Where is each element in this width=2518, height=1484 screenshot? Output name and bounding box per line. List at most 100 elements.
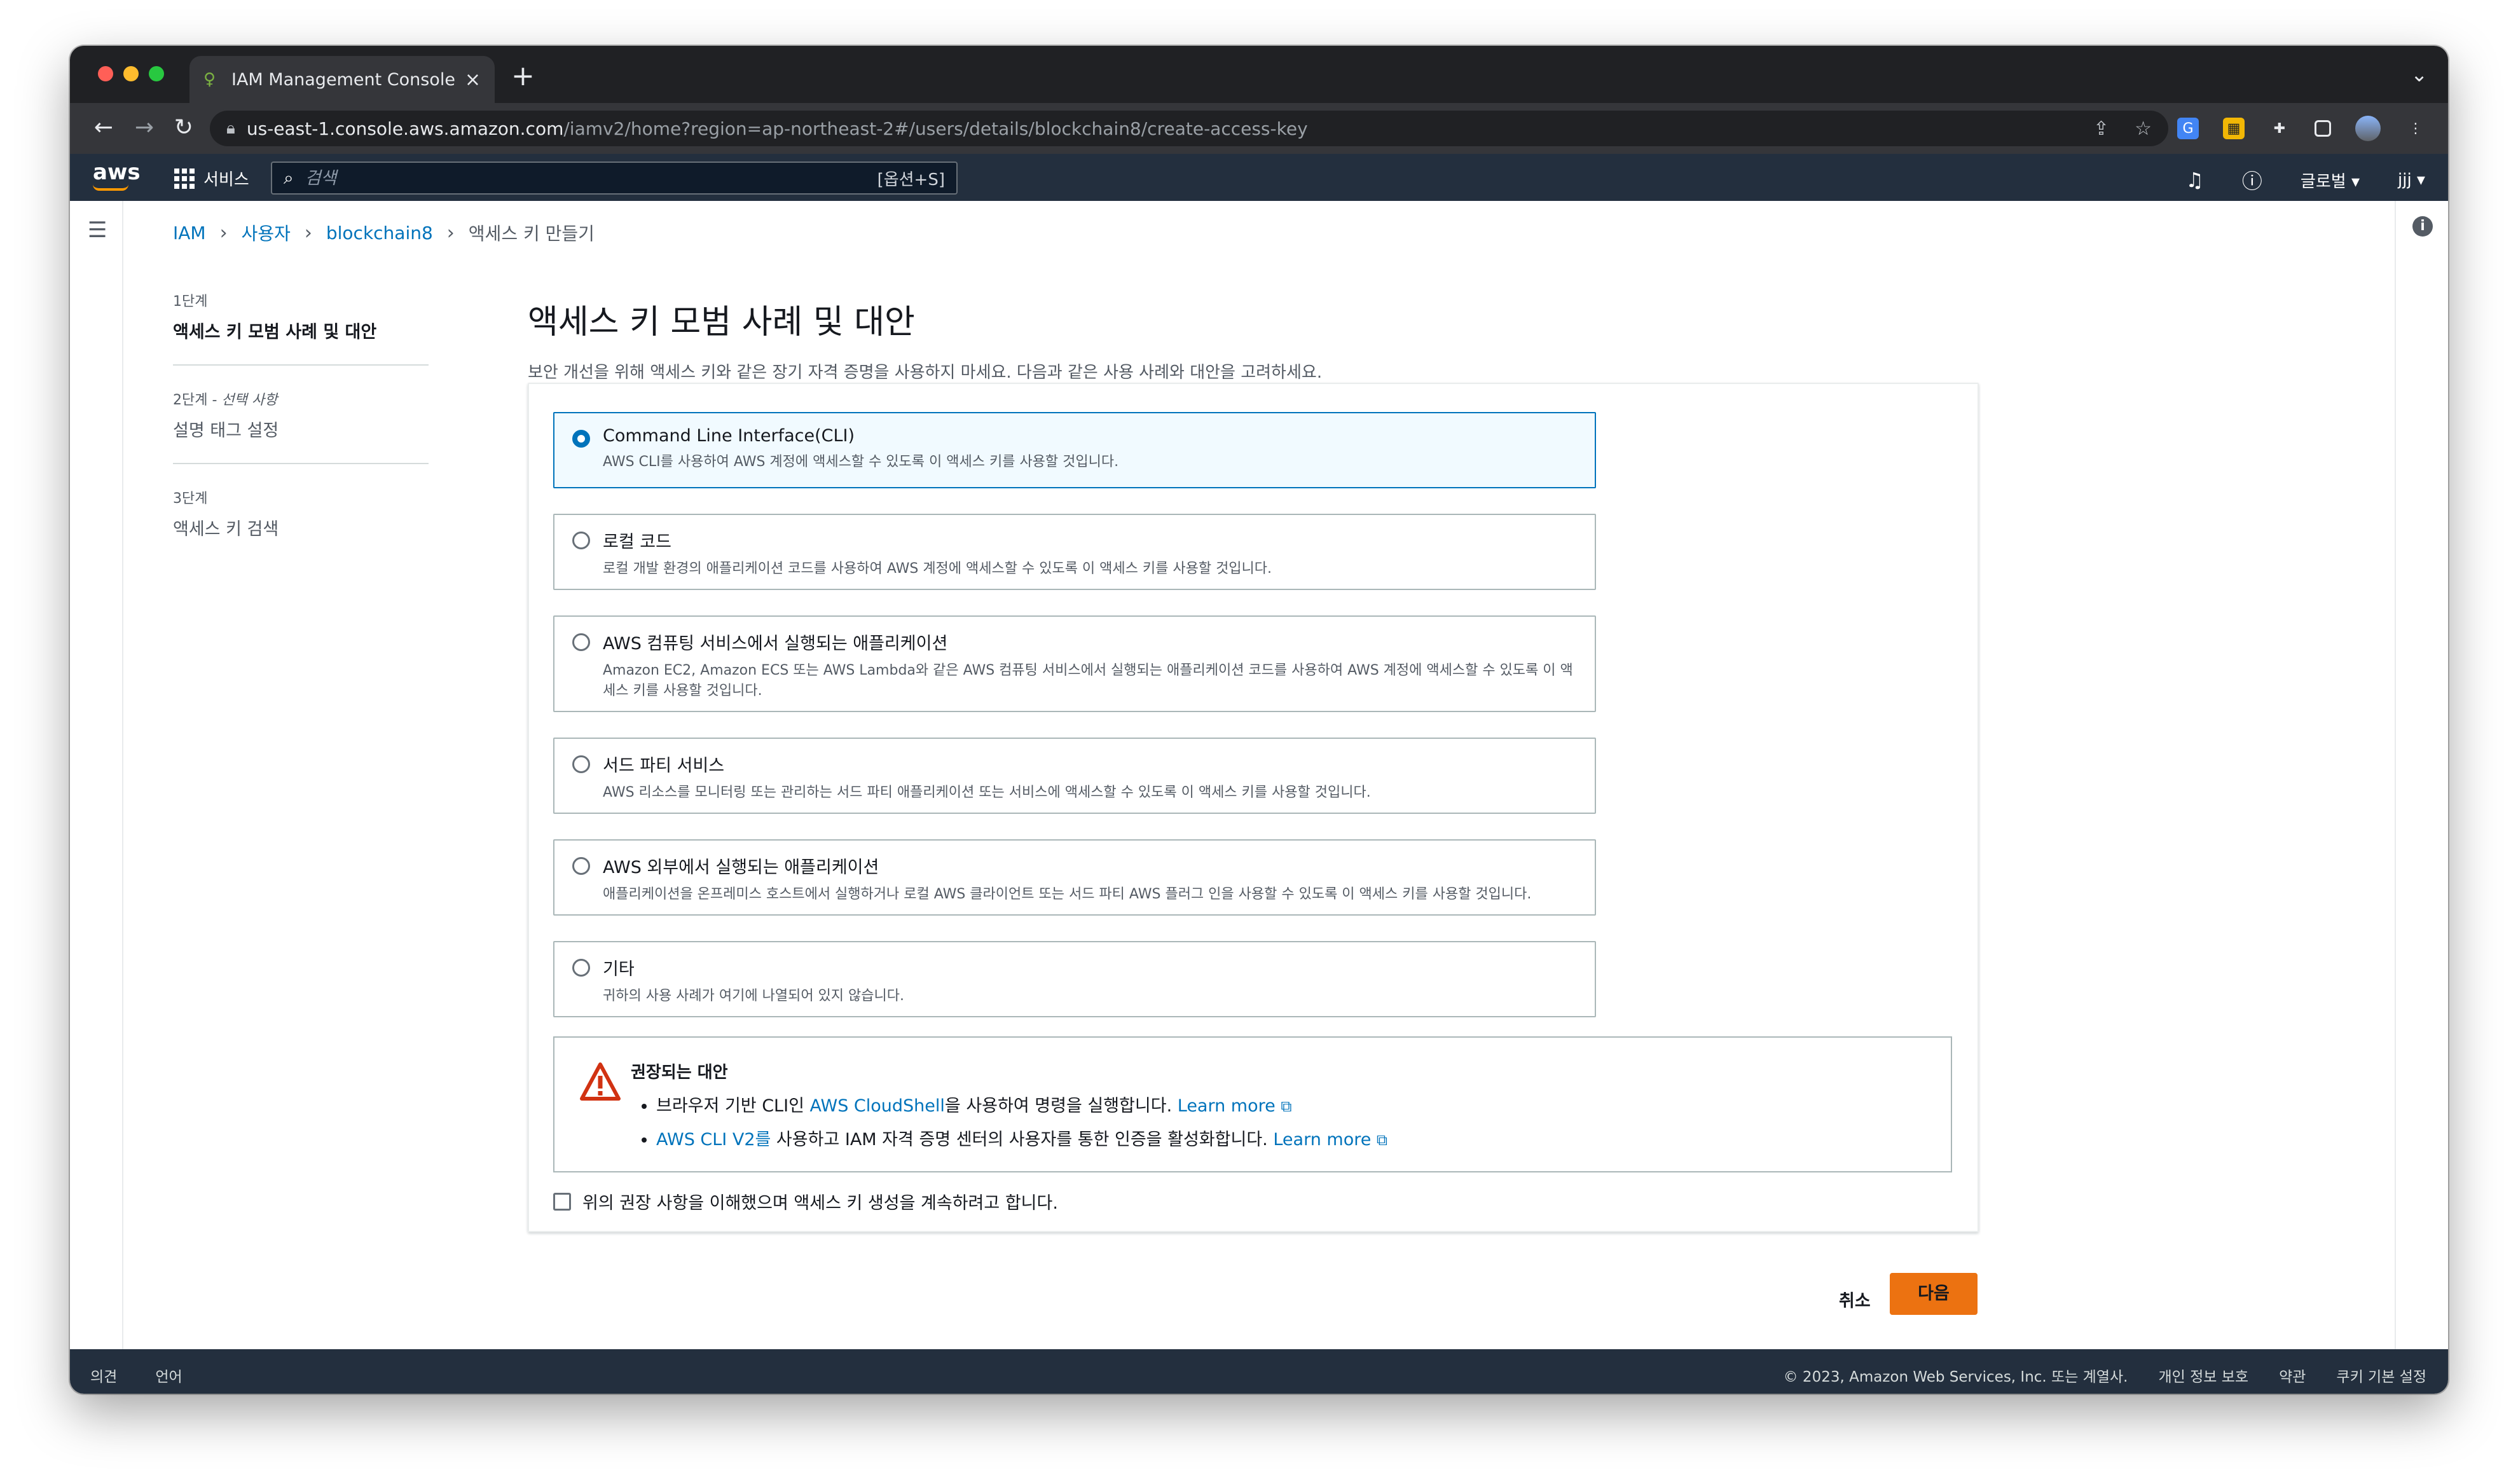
close-tab-icon[interactable]: × [465, 69, 481, 91]
aws-logo[interactable]: aws [93, 161, 141, 183]
profile-avatar[interactable] [2355, 116, 2381, 141]
account-menu[interactable]: jjj ▾ [2398, 170, 2425, 189]
wizard-steps: 1단계 액세스 키 모범 사례 및 대안 2단계 - 선택 사항 설명 태그 설… [173, 290, 429, 584]
option-third-party[interactable]: 서드 파티 서비스 AWS 리소스를 모니터링 또는 관리하는 서드 파티 애플… [553, 738, 1596, 814]
feedback-link[interactable]: 의견 [90, 1364, 117, 1386]
page-description: 보안 개선을 위해 액세스 키와 같은 장기 자격 증명을 사용하지 마세요. … [528, 363, 1323, 382]
option-outside-aws[interactable]: AWS 외부에서 실행되는 애플리케이션 애플리케이션을 온프레미스 호스트에서… [553, 839, 1596, 916]
acknowledge-checkbox-row[interactable]: 위의 권장 사항을 이해했으며 액세스 키 생성을 계속하려고 합니다. [553, 1189, 1058, 1214]
cloudshell-link[interactable]: AWS CloudShell [810, 1096, 945, 1116]
option-title: Command Line Interface(CLI) [603, 426, 855, 446]
aws-cli-v2-link[interactable]: AWS CLI V2를 [656, 1130, 771, 1150]
wizard-step-1: 1단계 액세스 키 모범 사례 및 대안 [173, 290, 429, 366]
option-local-code[interactable]: 로컬 코드 로컬 개발 환경의 애플리케이션 코드를 사용하여 AWS 계정에 … [553, 514, 1596, 590]
browser-tab[interactable]: ♀ IAM Management Console × [189, 56, 495, 103]
alternatives-list: 브라우저 기반 CLI인 AWS CloudShell을 사용하여 명령을 실행… [631, 1092, 1925, 1150]
step-title: 액세스 키 모범 사례 및 대안 [173, 322, 377, 342]
browser-toolbar: ← → ↻ 🔒︎ us-east-1.console.aws.amazon.co… [70, 103, 2448, 154]
search-shortcut-hint: [옵션+S] [877, 170, 945, 189]
url-path: /iamv2/home?region=ap-northeast-2#/users… [563, 118, 1308, 139]
language-link[interactable]: 언어 [155, 1364, 182, 1386]
radio-button[interactable] [572, 857, 590, 875]
acknowledge-label: 위의 권장 사항을 이해했으며 액세스 키 생성을 계속하려고 합니다. [582, 1193, 1058, 1213]
side-navigation-rail: ☰ [70, 201, 123, 1349]
tab-title: IAM Management Console [231, 69, 455, 90]
external-link-icon: ⧉ [1376, 1131, 1388, 1149]
chevron-right-icon: › [304, 221, 312, 244]
console-footer: 의견 언어 © 2023, Amazon Web Services, Inc. … [70, 1349, 2448, 1394]
breadcrumb-user-blockchain8[interactable]: blockchain8 [326, 223, 433, 244]
translate-extension-icon[interactable]: G [2177, 118, 2199, 139]
option-cli[interactable]: Command Line Interface(CLI) AWS CLI를 사용하… [553, 412, 1596, 488]
extension-icon[interactable]: ▦ [2223, 118, 2245, 139]
radio-button[interactable] [572, 532, 590, 549]
warning-icon [580, 1062, 621, 1101]
search-icon: ⌕ [284, 167, 294, 188]
page-title: 액세스 키 모범 사례 및 대안 [528, 303, 915, 341]
services-grid-icon [174, 168, 195, 189]
radio-button[interactable] [572, 959, 590, 977]
forward-arrow-icon[interactable]: → [130, 113, 159, 142]
breadcrumb-users[interactable]: 사용자 [242, 220, 291, 245]
option-title: AWS 외부에서 실행되는 애플리케이션 [603, 858, 879, 877]
browser-window: ♀ IAM Management Console × + ⌄ ← → ↻ 🔒︎ … [70, 46, 2448, 1394]
step-number: 3단계 [173, 491, 208, 507]
back-arrow-icon[interactable]: ← [89, 113, 118, 142]
learn-more-link[interactable]: Learn more [1178, 1096, 1276, 1116]
services-menu-button[interactable]: 서비스 [174, 167, 249, 190]
step-title: 액세스 키 검색 [173, 519, 279, 539]
acknowledge-checkbox[interactable] [553, 1192, 571, 1211]
option-description: 애플리케이션을 온프레미스 호스트에서 실행하거나 로컬 AWS 클라이언트 또… [603, 886, 1532, 902]
info-icon[interactable]: i [2412, 216, 2433, 237]
breadcrumb: IAM › 사용자 › blockchain8 › 액세스 키 만들기 [173, 220, 595, 245]
breadcrumb-iam[interactable]: IAM [173, 223, 206, 244]
extensions-puzzle-icon[interactable]: ✚ [2269, 118, 2290, 139]
radio-button-selected[interactable] [572, 430, 590, 448]
console-content: ☰ i IAM › 사용자 › blockchain8 › 액세스 키 만들기 … [70, 201, 2448, 1349]
option-description: AWS 리소스를 모니터링 또는 관리하는 서드 파티 애플리케이션 또는 서비… [603, 785, 1371, 800]
services-label: 서비스 [203, 170, 249, 189]
learn-more-link[interactable]: Learn more [1273, 1130, 1371, 1150]
region-selector[interactable]: 글로벌 ▾ [2301, 168, 2360, 192]
tab-search-chevron-icon[interactable]: ⌄ [2411, 62, 2428, 86]
wizard-step-3: 3단계 액세스 키 검색 [173, 487, 429, 561]
list-item: 브라우저 기반 CLI인 AWS CloudShell을 사용하여 명령을 실행… [656, 1092, 1925, 1116]
radio-button[interactable] [572, 755, 590, 773]
option-title: 로컬 코드 [603, 532, 671, 552]
side-panel-icon[interactable] [2315, 120, 2331, 137]
cookie-preferences-link[interactable]: 쿠키 기본 설정 [2336, 1364, 2426, 1386]
bookmark-star-icon[interactable]: ☆ [2135, 118, 2152, 140]
help-panel-rail: i [2395, 201, 2448, 1349]
browser-tab-bar: ♀ IAM Management Console × + ⌄ [70, 46, 2448, 103]
hamburger-menu-icon[interactable]: ☰ [88, 217, 107, 243]
new-tab-icon[interactable]: + [511, 62, 535, 90]
radio-button[interactable] [572, 633, 590, 651]
cancel-button[interactable]: 취소 [1826, 1278, 1883, 1321]
alert-title: 권장되는 대안 [631, 1063, 728, 1082]
next-button[interactable]: 다음 [1890, 1273, 1978, 1315]
reload-icon[interactable]: ↻ [169, 113, 198, 142]
option-other[interactable]: 기타 귀하의 사용 사례가 여기에 나열되어 있지 않습니다. [553, 941, 1596, 1017]
main-content: 액세스 키 모범 사례 및 대안 보안 개선을 위해 액세스 키와 같은 장기 … [528, 290, 1979, 1315]
notifications-bell-icon[interactable]: ♫ [2185, 168, 2204, 192]
privacy-link[interactable]: 개인 정보 보호 [2158, 1364, 2248, 1386]
maximize-window-button[interactable] [149, 66, 164, 81]
close-window-button[interactable] [98, 66, 113, 81]
list-item: AWS CLI V2를 사용하고 IAM 자격 증명 센터의 사용자를 통한 인… [656, 1125, 1925, 1150]
copyright-text: © 2023, Amazon Web Services, Inc. 또는 계열사… [1783, 1369, 2128, 1385]
help-icon[interactable]: ⓘ [2242, 165, 2262, 195]
address-bar[interactable]: 🔒︎ us-east-1.console.aws.amazon.com /iam… [210, 111, 2168, 146]
option-aws-compute[interactable]: AWS 컴퓨팅 서비스에서 실행되는 애플리케이션 Amazon EC2, Am… [553, 615, 1596, 712]
option-title: 기타 [603, 959, 635, 979]
external-link-icon: ⧉ [1281, 1097, 1292, 1115]
minimize-window-button[interactable] [123, 66, 139, 81]
chevron-right-icon: › [219, 221, 228, 244]
browser-menu-icon[interactable]: ⋮ [2405, 118, 2426, 139]
aws-top-nav: aws 서비스 ⌕ [옵션+S] ♫ ⓘ 글로벌 ▾ jjj ▾ [70, 154, 2448, 201]
step-number: 2단계 - 선택 사항 [173, 392, 278, 408]
share-icon[interactable]: ⇪ [2093, 118, 2109, 140]
search-input[interactable] [305, 168, 877, 188]
aws-search-bar[interactable]: ⌕ [옵션+S] [271, 161, 958, 195]
terms-link[interactable]: 약관 [2279, 1364, 2306, 1386]
option-description: 귀하의 사용 사례가 여기에 나열되어 있지 않습니다. [603, 988, 904, 1004]
